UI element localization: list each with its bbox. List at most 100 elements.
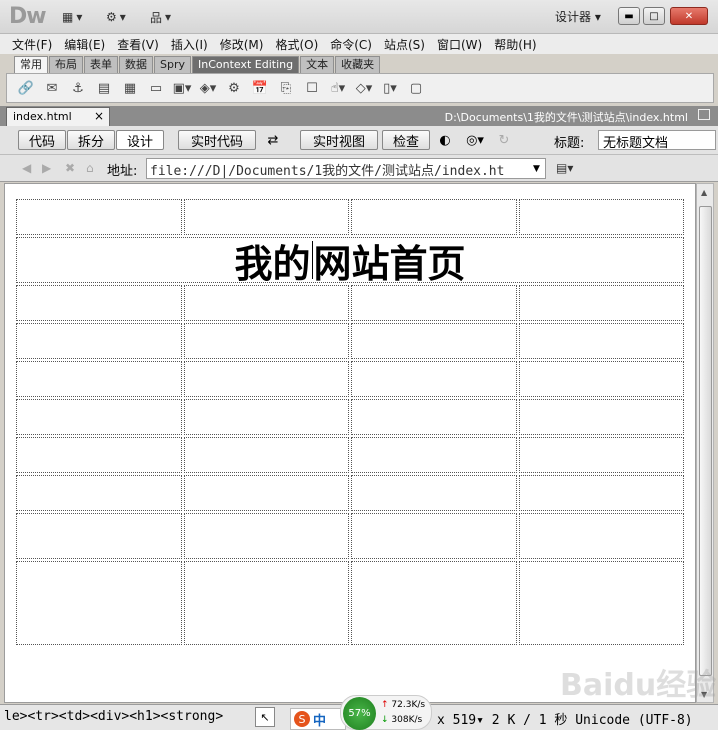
page-heading[interactable]: 我的 网站首页: [16, 237, 684, 286]
head-icon[interactable]: ☝▾: [329, 79, 347, 97]
tab-common[interactable]: 常用: [14, 56, 48, 73]
minimize-button[interactable]: ▬: [618, 7, 640, 25]
script-icon[interactable]: ◇▾: [355, 79, 373, 97]
horizontal-rule-icon[interactable]: ▤: [95, 79, 113, 97]
table-cell[interactable]: [351, 361, 517, 397]
table-cell[interactable]: [183, 323, 349, 359]
table-cell[interactable]: [16, 437, 182, 473]
comment-icon[interactable]: ☐: [303, 79, 321, 97]
live-code-button[interactable]: 实时代码: [178, 130, 256, 150]
table-cell[interactable]: [351, 323, 517, 359]
image-icon[interactable]: ▣▾: [173, 79, 192, 97]
tab-spry[interactable]: Spry: [154, 56, 191, 73]
table-cell[interactable]: [518, 199, 684, 235]
scroll-up-icon[interactable]: ▲: [701, 188, 707, 197]
table-cell[interactable]: [518, 285, 684, 321]
tab-layout[interactable]: 布局: [49, 56, 83, 73]
menu-commands[interactable]: 命令(C): [324, 36, 378, 53]
title-input[interactable]: 无标题文档: [598, 130, 716, 151]
menu-edit[interactable]: 编辑(E): [58, 36, 111, 53]
site-menu-button[interactable]: 品 ▾: [150, 8, 171, 26]
tab-forms[interactable]: 表单: [84, 56, 118, 73]
table-cell[interactable]: [16, 475, 182, 511]
menu-window[interactable]: 窗口(W): [431, 36, 488, 53]
server-include-icon[interactable]: ⎘: [277, 79, 295, 97]
table-cell[interactable]: [183, 399, 349, 435]
menu-help[interactable]: 帮助(H): [488, 36, 542, 53]
visual-aids-icon[interactable]: ◎▾: [462, 130, 488, 150]
extend-menu-button[interactable]: ⚙ ▾: [106, 8, 126, 26]
address-input[interactable]: file:///D|/Documents/1我的文件/测试站点/index.ht: [146, 158, 546, 179]
table-cell[interactable]: [183, 561, 349, 645]
live-view-button[interactable]: 实时视图: [300, 130, 378, 150]
back-icon[interactable]: ◀: [22, 161, 31, 175]
templates-icon[interactable]: ▯▾: [381, 79, 399, 97]
refresh-icon[interactable]: ↻: [494, 130, 514, 150]
inspect-button[interactable]: 检查: [382, 130, 430, 150]
table-cell[interactable]: [518, 323, 684, 359]
table-cell[interactable]: [183, 437, 349, 473]
tag-selector[interactable]: le><tr><td><div><h1><strong>: [4, 709, 223, 724]
stop-icon[interactable]: ✖: [65, 161, 75, 175]
split-view-button[interactable]: 拆分: [67, 130, 115, 150]
media-icon[interactable]: ◈▾: [199, 79, 217, 97]
network-monitor[interactable]: 57% 72.3K/s 308K/s: [340, 695, 432, 730]
named-anchor-icon[interactable]: ⚓: [69, 79, 87, 97]
menu-insert[interactable]: 插入(I): [165, 36, 214, 53]
table-cell[interactable]: [351, 475, 517, 511]
document-tab[interactable]: index.html ×: [6, 107, 110, 126]
browser-options-icon[interactable]: ▤▾: [556, 161, 573, 175]
code-view-button[interactable]: 代码: [18, 130, 66, 150]
tab-incontext[interactable]: InContext Editing: [192, 56, 300, 73]
table-cell[interactable]: [351, 399, 517, 435]
table-cell[interactable]: [351, 285, 517, 321]
menu-view[interactable]: 查看(V): [111, 36, 165, 53]
close-button[interactable]: ✕: [670, 7, 708, 25]
table-cell[interactable]: [351, 437, 517, 473]
table-cell[interactable]: [518, 361, 684, 397]
tab-data[interactable]: 数据: [119, 56, 153, 73]
table-cell[interactable]: [16, 361, 182, 397]
hyperlink-icon[interactable]: 🔗: [17, 79, 35, 97]
email-link-icon[interactable]: ✉: [43, 79, 61, 97]
table-cell[interactable]: [351, 199, 517, 235]
design-view[interactable]: 我的 网站首页: [4, 183, 696, 703]
restore-icon[interactable]: [698, 109, 710, 120]
maximize-button[interactable]: □: [643, 7, 665, 25]
check-compat-icon[interactable]: ⇄: [262, 130, 284, 150]
tab-favorites[interactable]: 收藏夹: [335, 56, 381, 73]
tab-text[interactable]: 文本: [300, 56, 335, 73]
table-cell[interactable]: [183, 199, 349, 235]
forward-icon[interactable]: ▶: [42, 161, 51, 175]
calendar-icon[interactable]: 📅: [251, 79, 269, 97]
design-view-button[interactable]: 设计: [116, 130, 164, 150]
table-cell[interactable]: [518, 437, 684, 473]
table-cell[interactable]: [16, 561, 182, 645]
table-cell[interactable]: [183, 285, 349, 321]
layout-menu-button[interactable]: ▦ ▾: [62, 8, 82, 26]
menu-format[interactable]: 格式(O): [269, 36, 324, 53]
div-icon[interactable]: ▭: [147, 79, 165, 97]
close-tab-icon[interactable]: ×: [94, 109, 104, 123]
table-cell[interactable]: [518, 561, 684, 645]
menu-file[interactable]: 文件(F): [6, 36, 58, 53]
home-icon[interactable]: ⌂: [86, 161, 94, 175]
table-cell[interactable]: [16, 513, 182, 559]
ime-toolbar[interactable]: S 中: [290, 708, 346, 730]
table-cell[interactable]: [183, 513, 349, 559]
menu-site[interactable]: 站点(S): [378, 36, 431, 53]
table-icon[interactable]: ▦: [121, 79, 139, 97]
table-cell[interactable]: [16, 323, 182, 359]
tag-chooser-icon[interactable]: ▢: [407, 79, 425, 97]
workspace-switcher[interactable]: 设计器 ▾: [555, 8, 601, 25]
menu-modify[interactable]: 修改(M): [214, 36, 270, 53]
table-cell[interactable]: [16, 285, 182, 321]
scroll-thumb[interactable]: [699, 206, 712, 676]
table-cell[interactable]: [16, 199, 182, 235]
chevron-down-icon[interactable]: ▼: [528, 159, 545, 178]
preview-browser-icon[interactable]: ◐: [434, 130, 456, 150]
table-cell[interactable]: [183, 361, 349, 397]
table-cell[interactable]: [518, 475, 684, 511]
table-cell[interactable]: [183, 475, 349, 511]
table-cell[interactable]: [16, 399, 182, 435]
